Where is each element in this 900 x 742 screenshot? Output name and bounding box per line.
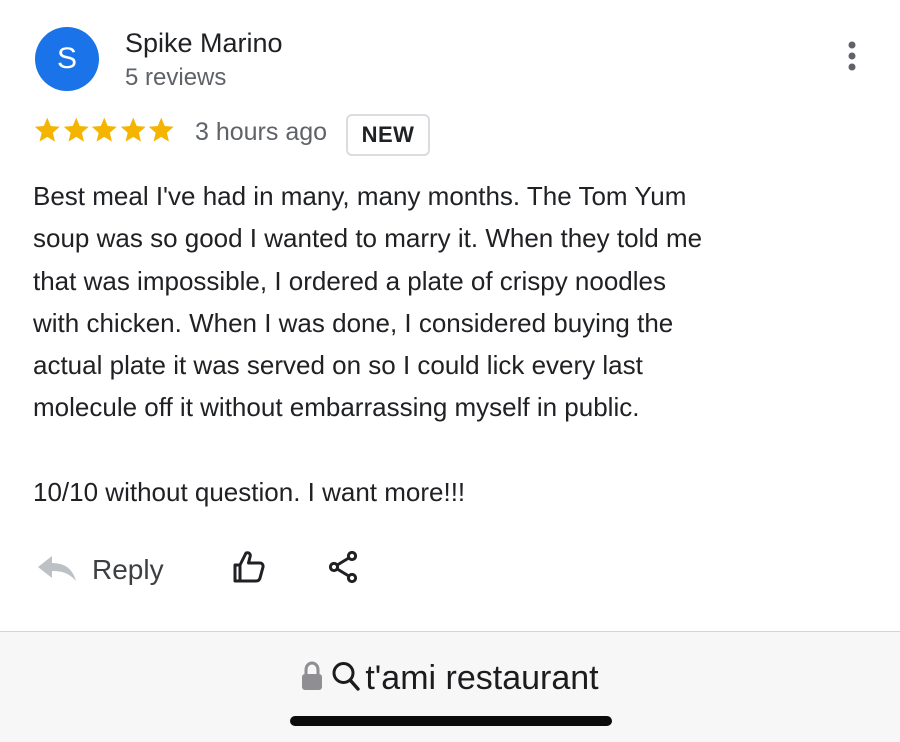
search-icon <box>331 660 361 697</box>
review-count: 5 reviews <box>125 64 227 91</box>
avatar[interactable]: S <box>35 27 99 91</box>
review-time: 3 hours ago <box>195 118 328 146</box>
share-icon[interactable] <box>322 545 366 589</box>
browser-address-bar: t'ami restaurant <box>0 631 900 742</box>
review-text-line: Best meal I've had in many, many months.… <box>33 181 687 211</box>
thumbs-up-icon[interactable] <box>226 545 270 589</box>
new-badge: NEW <box>346 114 430 156</box>
review-text-line: molecule off it without embarrassing mys… <box>33 392 640 423</box>
star-rating <box>33 114 176 148</box>
reviewer-name[interactable]: Spike Marino <box>125 28 283 59</box>
reply-button[interactable]: Reply <box>36 548 164 592</box>
star-icon <box>62 114 91 144</box>
star-icon <box>147 114 176 144</box>
star-icon <box>119 114 148 144</box>
address-text: t'ami restaurant <box>365 658 599 697</box>
review-text-line: that was impossible, I ordered a plate o… <box>33 265 667 296</box>
reply-label: Reply <box>92 554 164 585</box>
star-icon <box>33 114 62 144</box>
review-text-line: 10/10 without question. I want more!!! <box>33 477 466 508</box>
lock-icon <box>301 660 323 696</box>
review-card: S Spike Marino 5 reviews 3 hours ago NEW… <box>0 0 900 632</box>
star-icon <box>90 114 119 144</box>
address-field[interactable]: t'ami restaurant <box>0 656 900 700</box>
review-text-line: soup was so good I wanted to marry it. W… <box>33 223 703 254</box>
review-text-line: actual plate it was served on so I could… <box>33 350 643 381</box>
review-text-line: with chicken. When I was done, I conside… <box>33 307 674 338</box>
reply-arrow-icon <box>36 553 78 588</box>
review-text: Best meal I've had in many, many months.… <box>33 175 883 513</box>
review-text-line <box>33 429 883 471</box>
more-options-icon[interactable] <box>838 36 866 76</box>
home-indicator[interactable] <box>290 716 612 726</box>
